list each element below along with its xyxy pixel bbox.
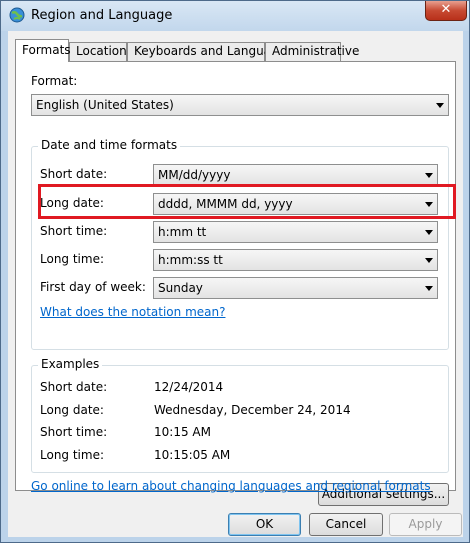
ok-button[interactable]: OK bbox=[228, 513, 301, 536]
chevron-down-icon bbox=[425, 230, 433, 235]
chevron-down-icon bbox=[425, 258, 433, 263]
tab-formats[interactable]: Formats bbox=[15, 39, 71, 62]
cancel-button[interactable]: Cancel bbox=[309, 513, 383, 536]
chevron-down-icon bbox=[425, 173, 433, 178]
example-long-time-label: Long time: bbox=[40, 448, 105, 462]
short-date-highlight bbox=[38, 184, 456, 219]
first-day-select[interactable]: Sunday bbox=[153, 277, 438, 299]
date-time-formats-title: Date and time formats bbox=[38, 138, 181, 152]
title-bar[interactable]: Region and Language ✕ bbox=[1, 1, 469, 31]
example-short-date-label: Short date: bbox=[40, 380, 108, 394]
region-language-window: Region and Language ✕ Formats Location K… bbox=[0, 0, 470, 543]
examples-title: Examples bbox=[38, 357, 103, 371]
short-time-select-value: h:mm tt bbox=[158, 225, 207, 239]
tab-location[interactable]: Location bbox=[69, 42, 127, 61]
chevron-down-icon bbox=[425, 286, 433, 291]
tab-administrative[interactable]: Administrative bbox=[265, 42, 359, 61]
examples-group: Examples Short date: 12/24/2014 Long dat… bbox=[31, 357, 449, 473]
tab-keyboards-languages[interactable]: Keyboards and Languages bbox=[127, 42, 292, 61]
notation-help-link[interactable]: What does the notation mean? bbox=[40, 305, 225, 319]
short-date-select[interactable]: MM/dd/yyyy bbox=[153, 164, 438, 186]
short-date-select-value: MM/dd/yyyy bbox=[158, 168, 231, 182]
chevron-down-icon bbox=[436, 103, 444, 108]
example-short-date-value: 12/24/2014 bbox=[154, 380, 224, 394]
example-long-time-value: 10:15:05 AM bbox=[154, 448, 231, 462]
globe-icon bbox=[9, 7, 25, 23]
date-time-formats-group: Date and time formats Short date: MM/dd/… bbox=[31, 138, 449, 350]
short-time-label: Short time: bbox=[40, 224, 108, 238]
example-short-time-value: 10:15 AM bbox=[154, 425, 211, 439]
long-time-select[interactable]: h:mm:ss tt bbox=[153, 249, 438, 271]
example-long-date-label: Long date: bbox=[40, 403, 104, 417]
format-select[interactable]: English (United States) bbox=[31, 94, 449, 116]
online-help-link[interactable]: Go online to learn about changing langua… bbox=[31, 479, 431, 493]
example-short-time-label: Short time: bbox=[40, 425, 108, 439]
short-time-select[interactable]: h:mm tt bbox=[153, 221, 438, 243]
format-select-value: English (United States) bbox=[36, 98, 174, 112]
short-date-label: Short date: bbox=[40, 167, 108, 181]
window-title: Region and Language bbox=[31, 8, 173, 23]
example-long-date-value: Wednesday, December 24, 2014 bbox=[154, 403, 351, 417]
first-day-select-value: Sunday bbox=[158, 281, 203, 295]
long-time-label: Long time: bbox=[40, 252, 105, 266]
close-icon: ✕ bbox=[440, 2, 452, 17]
dialog-client: Formats Location Keyboards and Languages… bbox=[8, 31, 463, 537]
formats-panel: Format: English (United States) Date and… bbox=[15, 61, 456, 506]
format-label: Format: bbox=[31, 74, 78, 88]
apply-button[interactable]: Apply bbox=[389, 513, 462, 536]
first-day-label: First day of week: bbox=[40, 280, 146, 294]
close-button[interactable]: ✕ bbox=[425, 1, 467, 21]
long-time-select-value: h:mm:ss tt bbox=[158, 253, 223, 267]
